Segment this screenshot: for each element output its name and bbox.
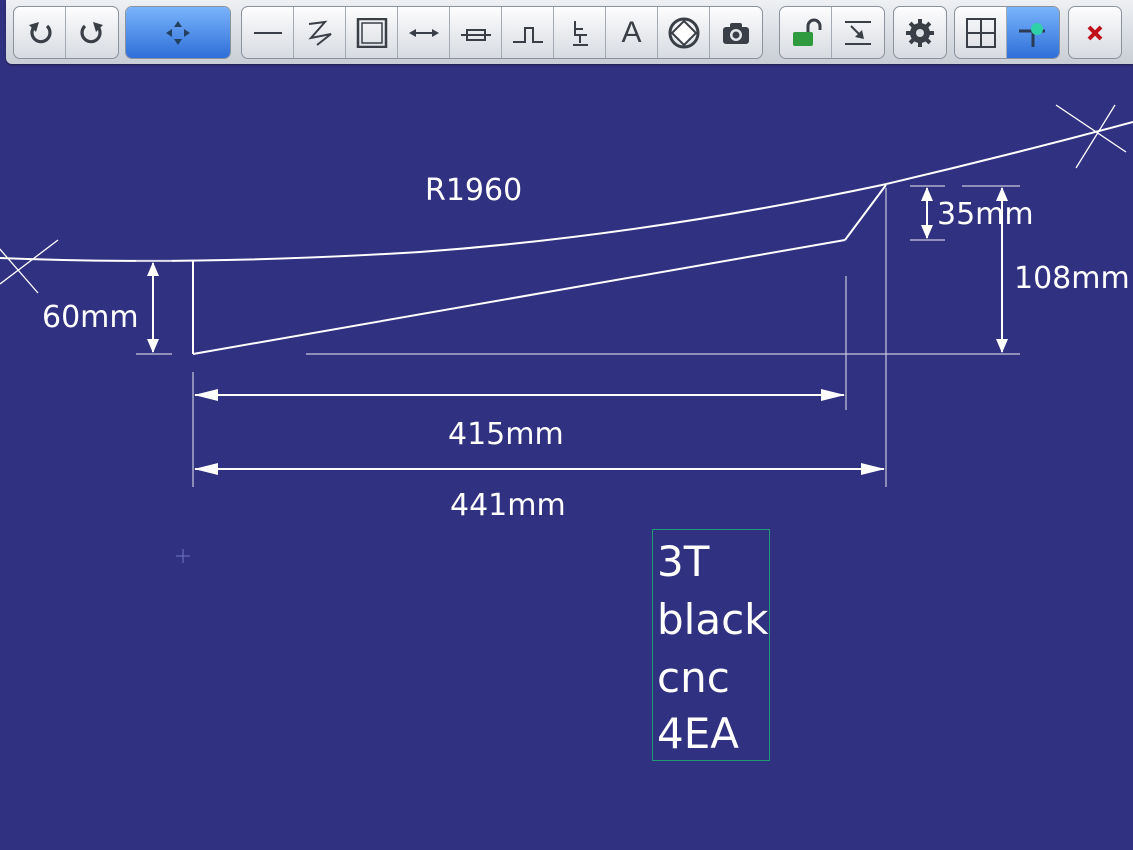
arrow-60-bottom (147, 339, 159, 353)
dim-label-415: 415mm (448, 417, 564, 452)
note-line-2: black (657, 595, 769, 644)
arrow-108-bottom (996, 339, 1008, 353)
x-marker-left-b (0, 239, 59, 285)
dim-label-60: 60mm (42, 300, 139, 335)
note-line-3: cnc (657, 653, 730, 702)
part-right-edge (844, 184, 887, 241)
drawing-canvas[interactable] (0, 0, 1133, 850)
radius-label: R1960 (425, 173, 523, 208)
arrow-35-top (921, 187, 933, 201)
arrow-415-right (821, 389, 845, 401)
arc-r1960 (0, 121, 1133, 262)
arrow-35-bottom (921, 225, 933, 239)
dim-label-441: 441mm (450, 488, 566, 523)
arrow-415-left (194, 389, 218, 401)
note-line-1: 3T (657, 537, 710, 586)
arrow-441-left (194, 463, 218, 475)
arrow-441-right (861, 463, 885, 475)
part-bottom-edge (192, 239, 846, 355)
dim-label-35: 35mm (937, 197, 1034, 232)
note-textbox[interactable]: 3T black cnc 4EA (652, 529, 770, 761)
arrow-60-top (147, 262, 159, 276)
cursor-crosshair (176, 549, 190, 563)
note-line-4: 4EA (657, 709, 739, 758)
dim-label-108: 108mm (1014, 261, 1130, 296)
